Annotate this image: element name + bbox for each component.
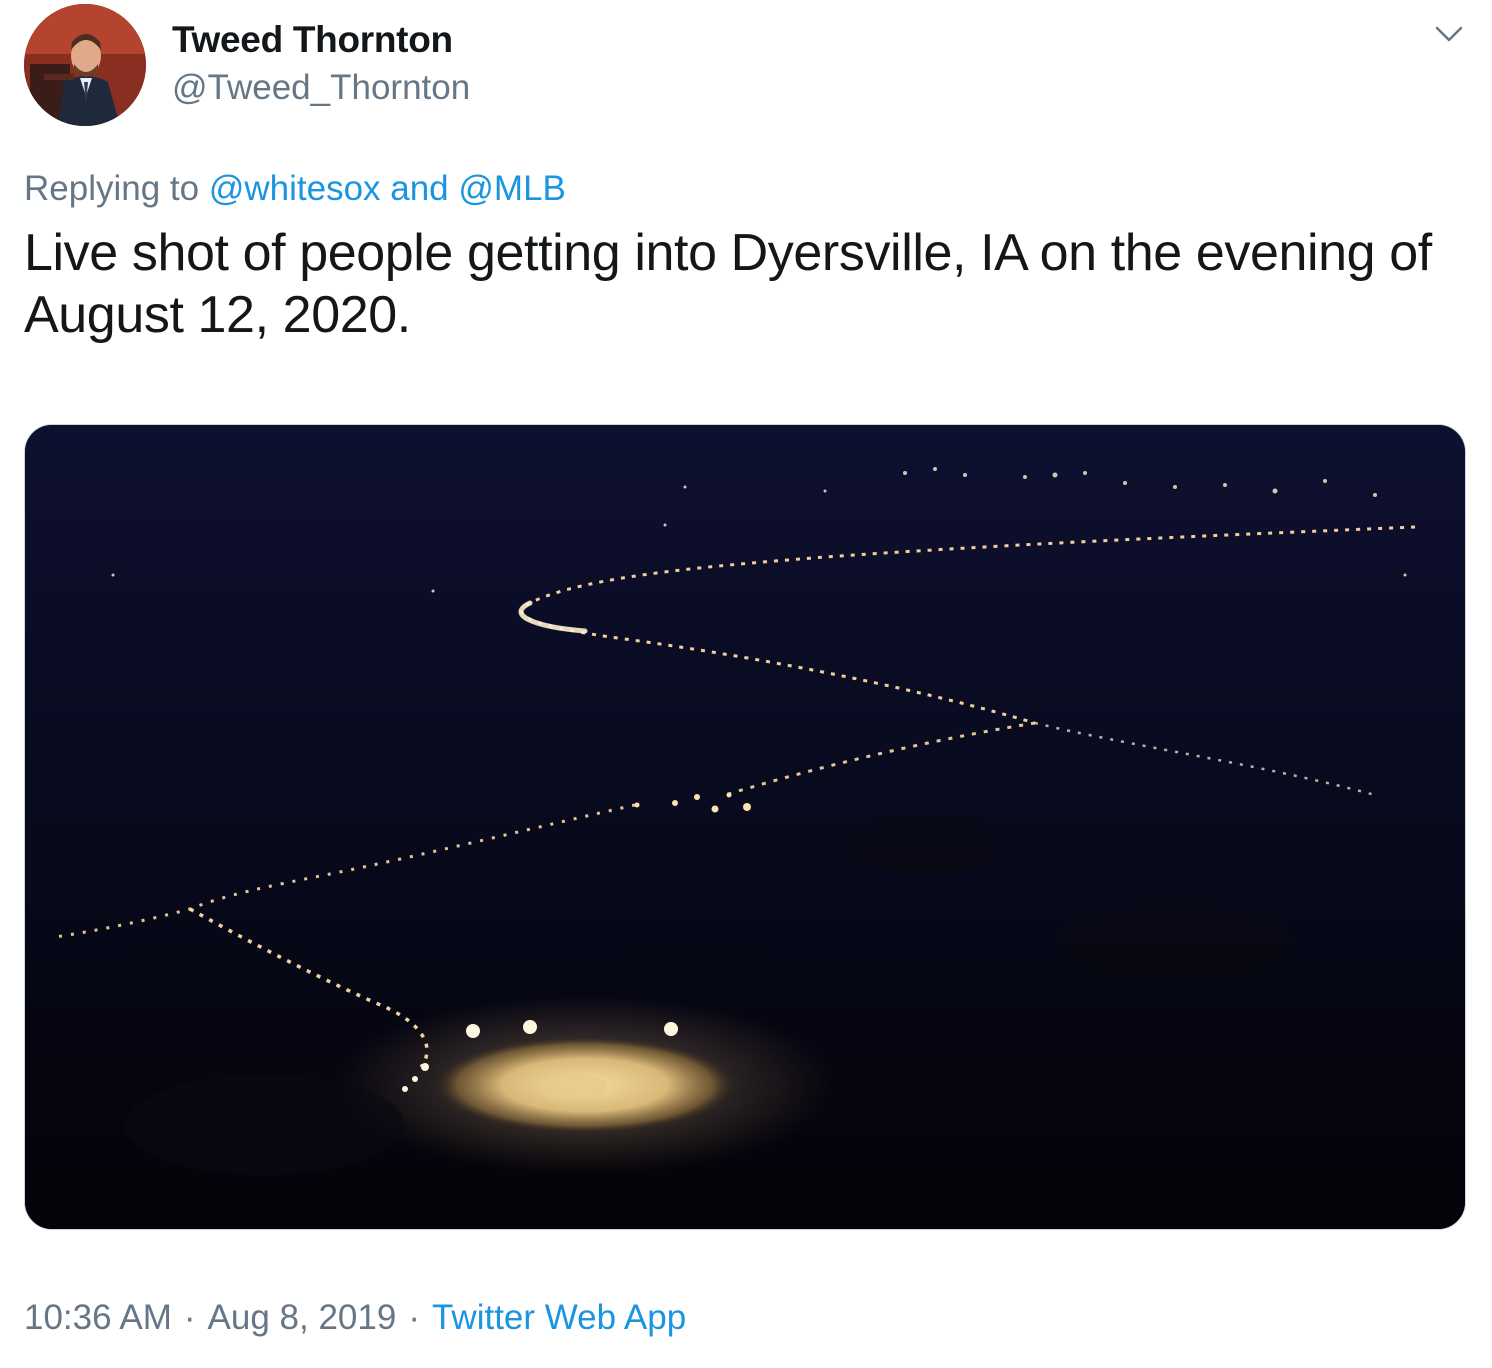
tweet-photo[interactable] xyxy=(24,424,1466,1230)
display-name[interactable]: Tweed Thornton xyxy=(172,18,470,62)
replying-to-label: Replying to xyxy=(24,169,209,208)
tweet-text: Live shot of people getting into Dyersvi… xyxy=(24,224,1432,344)
avatar[interactable] xyxy=(24,4,146,126)
tweet-meta: 10:36 AM · Aug 8, 2019 · Twitter Web App xyxy=(24,1294,686,1342)
chevron-down-icon[interactable] xyxy=(1434,22,1464,46)
meta-separator-2: · xyxy=(408,1298,420,1337)
night-aerial-photo xyxy=(25,425,1465,1229)
tweet-source-link[interactable]: Twitter Web App xyxy=(432,1298,686,1337)
mention-whitesox[interactable]: @whitesox xyxy=(209,169,381,208)
user-handle[interactable]: @Tweed_Thornton xyxy=(172,64,470,112)
avatar-image xyxy=(24,4,146,126)
replying-to: Replying to @whitesox and @MLB xyxy=(24,166,566,212)
meta-separator: · xyxy=(183,1298,196,1337)
mention-conjunction[interactable]: and xyxy=(381,169,459,208)
tweet-card: Tweed Thornton @Tweed_Thornton Replying … xyxy=(0,0,1492,1368)
mention-mlb[interactable]: @MLB xyxy=(458,169,566,208)
author-block: Tweed Thornton @Tweed_Thornton xyxy=(172,18,470,112)
tweet-time[interactable]: 10:36 AM xyxy=(24,1298,172,1337)
tweet-date[interactable]: Aug 8, 2019 xyxy=(208,1298,397,1337)
